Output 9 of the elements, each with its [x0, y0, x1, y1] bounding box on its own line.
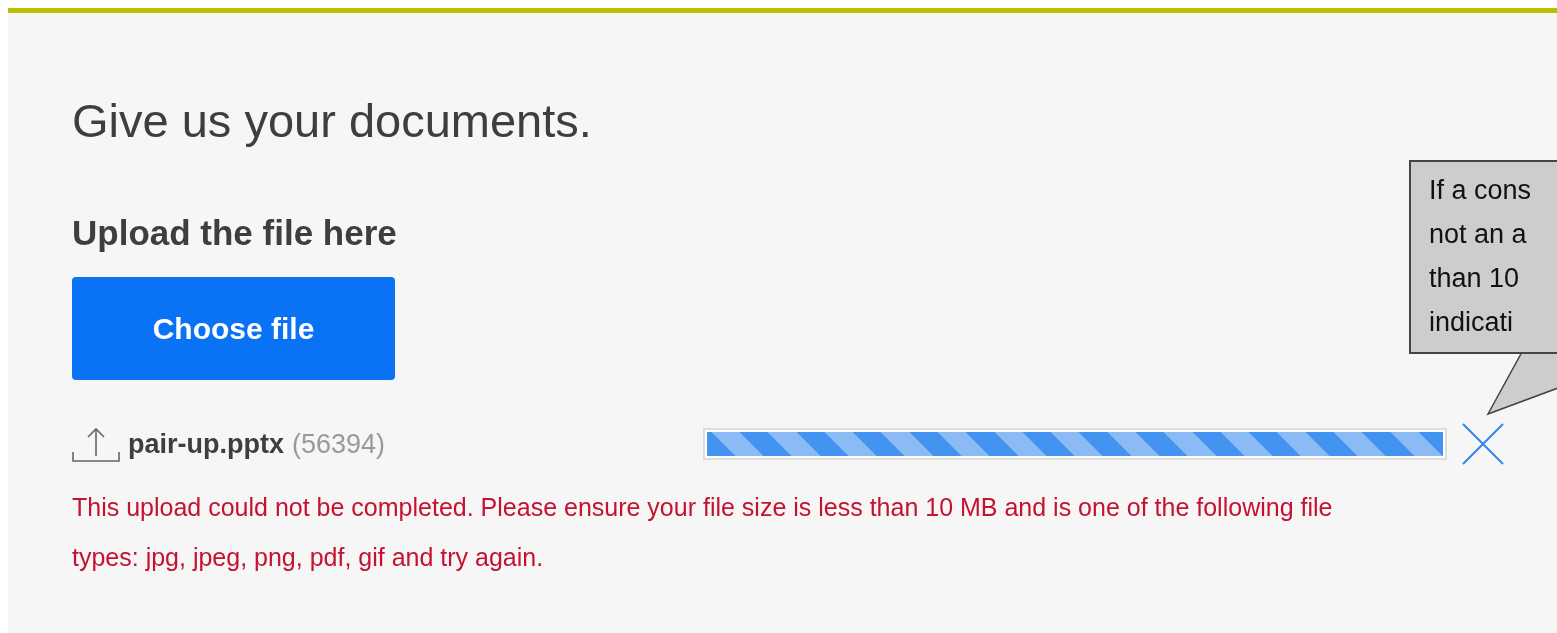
section-heading: Upload the file here [72, 213, 397, 254]
file-size: (56394) [292, 428, 386, 460]
choose-file-button[interactable]: Choose file [72, 277, 395, 381]
error-message: This upload could not be completed. Please ensure your file size is less than 10 MB and is one of the following file types: jpg, jpeg, png, pdf, gif and try again. [72, 492, 1334, 574]
close-icon[interactable] [1461, 422, 1506, 467]
upload-icon [72, 426, 120, 463]
page-heading: Give us your documents. [72, 93, 593, 149]
file-name: pair-up.pptx [128, 428, 284, 460]
callout-text: If a cons not an a than 10 indicati [1429, 174, 1533, 339]
